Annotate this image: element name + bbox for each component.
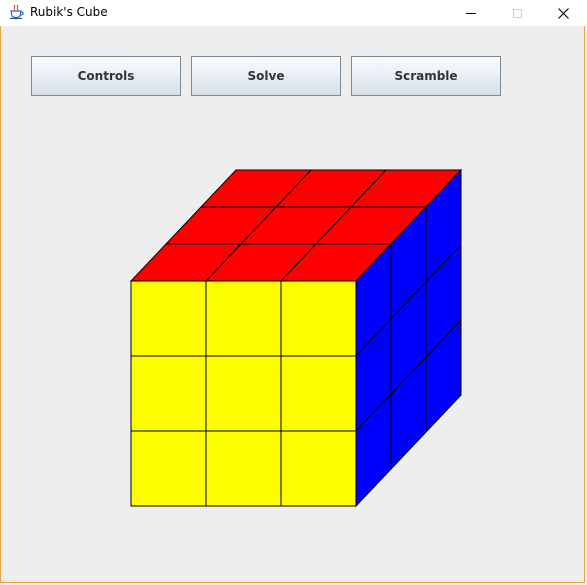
front-face-sticker[interactable] (130, 430, 207, 507)
cube-canvas[interactable] (0, 0, 587, 585)
front-face-sticker[interactable] (280, 355, 357, 432)
front-face-sticker[interactable] (280, 280, 357, 357)
front-face-sticker[interactable] (205, 355, 282, 432)
front-face-sticker[interactable] (205, 430, 282, 507)
front-face-sticker[interactable] (280, 430, 357, 507)
front-face-sticker[interactable] (130, 280, 207, 357)
front-face-sticker[interactable] (130, 355, 207, 432)
front-face-sticker[interactable] (205, 280, 282, 357)
